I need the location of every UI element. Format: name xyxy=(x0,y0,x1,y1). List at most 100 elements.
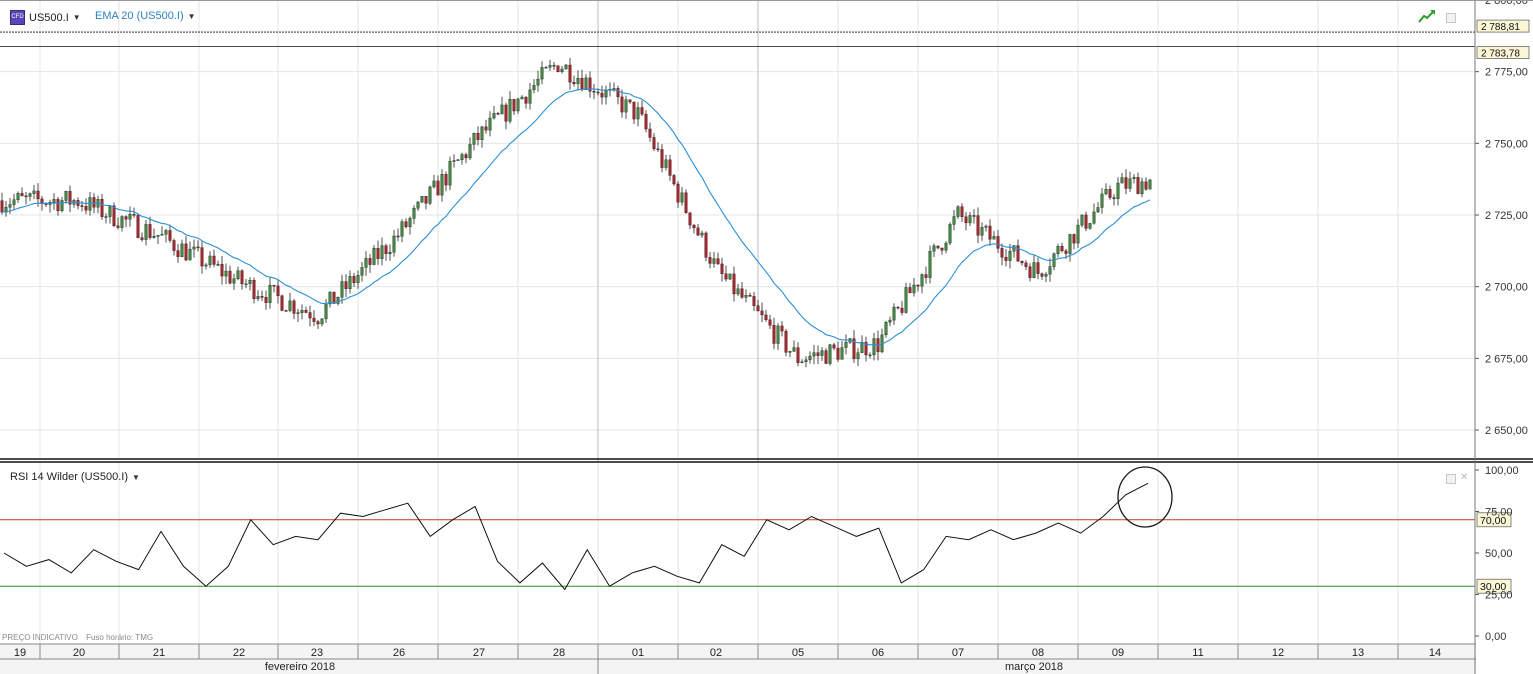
instrument-selector[interactable]: CFD US500.I ▼ xyxy=(10,10,81,25)
candle-body xyxy=(840,347,844,360)
candle-body xyxy=(628,99,632,103)
candle-body xyxy=(312,317,316,322)
candle-body xyxy=(100,198,104,217)
candle-body xyxy=(1120,177,1124,184)
candle-body xyxy=(24,195,28,198)
candle-body xyxy=(448,161,452,186)
candle-body xyxy=(176,250,180,257)
candle-body xyxy=(896,306,900,309)
candle-body xyxy=(140,237,144,240)
candle-body xyxy=(836,347,840,360)
candle-body xyxy=(288,300,292,311)
candle-body xyxy=(508,99,512,122)
candle-body xyxy=(632,101,636,120)
maximize-panel-button[interactable] xyxy=(1446,13,1456,23)
candle-body xyxy=(888,319,892,323)
candle-body xyxy=(216,264,220,266)
candle-body xyxy=(236,270,240,279)
day-tick-label: 14 xyxy=(1429,647,1441,659)
candle-body xyxy=(200,247,204,267)
chevron-down-icon: ▼ xyxy=(72,13,81,22)
candle-body xyxy=(672,175,676,185)
candle-body xyxy=(228,270,232,284)
close-icon[interactable]: ✕ xyxy=(1460,473,1468,483)
candle-body xyxy=(316,321,320,325)
candle-body xyxy=(520,96,524,100)
candle-body xyxy=(960,206,964,217)
candle-body xyxy=(660,149,664,168)
candle-body xyxy=(636,107,640,120)
day-tick-label: 05 xyxy=(792,647,804,659)
candle-body xyxy=(456,159,460,161)
candle-body xyxy=(780,325,784,332)
candle-body xyxy=(536,78,540,86)
candle-body xyxy=(108,205,112,217)
candle-body xyxy=(820,350,824,356)
candle-body xyxy=(1116,182,1120,199)
candle-body xyxy=(32,190,36,194)
candle-body xyxy=(1000,248,1004,258)
candle-body xyxy=(964,216,968,224)
day-tick-label: 27 xyxy=(473,647,485,659)
candle-body xyxy=(952,216,956,225)
candle-body xyxy=(420,195,424,203)
candle-body xyxy=(1148,179,1152,190)
candle-body xyxy=(432,180,436,188)
candle-body xyxy=(740,288,744,298)
candle-body xyxy=(1136,177,1140,195)
candle-body xyxy=(516,98,520,112)
candle-body xyxy=(1132,177,1136,179)
trend-up-icon[interactable] xyxy=(1418,9,1436,23)
candle-body xyxy=(388,251,392,255)
candle-body xyxy=(984,225,988,228)
candle-body xyxy=(892,306,896,321)
candle-body xyxy=(908,287,912,294)
candle-body xyxy=(472,132,476,145)
candle-body xyxy=(428,186,432,204)
candle-body xyxy=(400,221,404,237)
candle-body xyxy=(648,128,652,138)
ema-indicator-selector[interactable]: EMA 20 (US500.I) ▼ xyxy=(95,10,196,22)
rsi-tick-label: 75,00 xyxy=(1485,507,1513,519)
day-tick-label: 07 xyxy=(952,647,964,659)
price-panel-bg xyxy=(0,0,1533,458)
candle-body xyxy=(116,225,120,228)
ema-indicator-label: EMA 20 (US500.I) xyxy=(95,10,184,22)
maximize-rsi-panel-button[interactable] xyxy=(1446,474,1456,484)
rsi-tick-label: 25,00 xyxy=(1485,590,1513,602)
candle-body xyxy=(52,199,56,203)
candle-body xyxy=(772,325,776,344)
candle-body xyxy=(644,113,648,130)
candle-body xyxy=(1040,273,1044,277)
candle-body xyxy=(452,160,456,162)
candle-body xyxy=(784,330,788,353)
candle-body xyxy=(1068,234,1072,254)
candle-body xyxy=(460,154,464,160)
candle-body xyxy=(796,347,800,363)
candle-body xyxy=(360,267,364,276)
candle-body xyxy=(300,310,304,313)
candle-body xyxy=(484,126,488,131)
candle-body xyxy=(592,91,596,93)
candle-body xyxy=(664,159,668,168)
candle-body xyxy=(1104,188,1108,195)
price-tick-label: 2 700,00 xyxy=(1485,282,1528,294)
rsi-indicator-selector[interactable]: RSI 14 Wilder (US500.I) ▼ xyxy=(10,471,140,483)
candle-body xyxy=(736,288,740,295)
candle-body xyxy=(868,354,872,357)
month-label: março 2018 xyxy=(1005,661,1063,673)
day-tick-label: 09 xyxy=(1112,647,1124,659)
candle-body xyxy=(900,307,904,313)
candle-body xyxy=(28,193,32,197)
instrument-symbol: US500.I xyxy=(29,11,69,24)
day-tick-label: 26 xyxy=(393,647,405,659)
candle-body xyxy=(208,255,212,266)
candle-body xyxy=(256,296,260,299)
candle-body xyxy=(616,88,620,98)
candle-body xyxy=(976,215,980,236)
candle-body xyxy=(156,235,160,237)
day-tick-label: 13 xyxy=(1352,647,1364,659)
candle-body xyxy=(384,245,388,255)
candle-body xyxy=(988,225,992,240)
candle-body xyxy=(424,195,428,204)
